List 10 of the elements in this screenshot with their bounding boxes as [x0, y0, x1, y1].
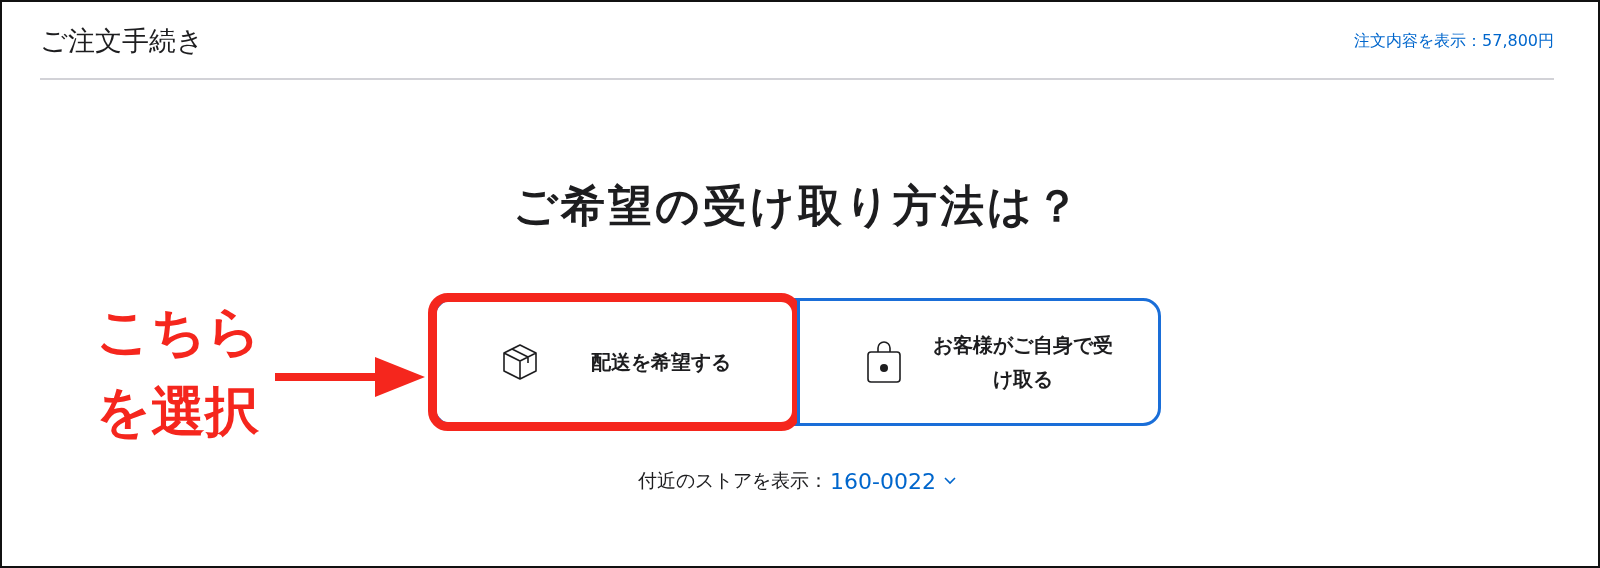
store-lookup-label: 付近のストアを表示：: [638, 468, 829, 493]
chevron-icon: [943, 477, 956, 485]
delivery-option[interactable]: お客様がご自身で受け取る: [797, 298, 1161, 426]
annotation-text: こちら を選択: [96, 299, 261, 445]
order-summary-link[interactable]: 注文内容を表示：57,800円: [1354, 30, 1554, 52]
package-icon: [502, 343, 538, 381]
postal-code-link[interactable]: 160-0022: [830, 468, 956, 494]
shopping-bag-icon: [866, 340, 902, 384]
page-title: ご注文手続き: [40, 24, 204, 58]
question-heading: ご希望の受け取り方法は？: [511, 179, 1083, 233]
